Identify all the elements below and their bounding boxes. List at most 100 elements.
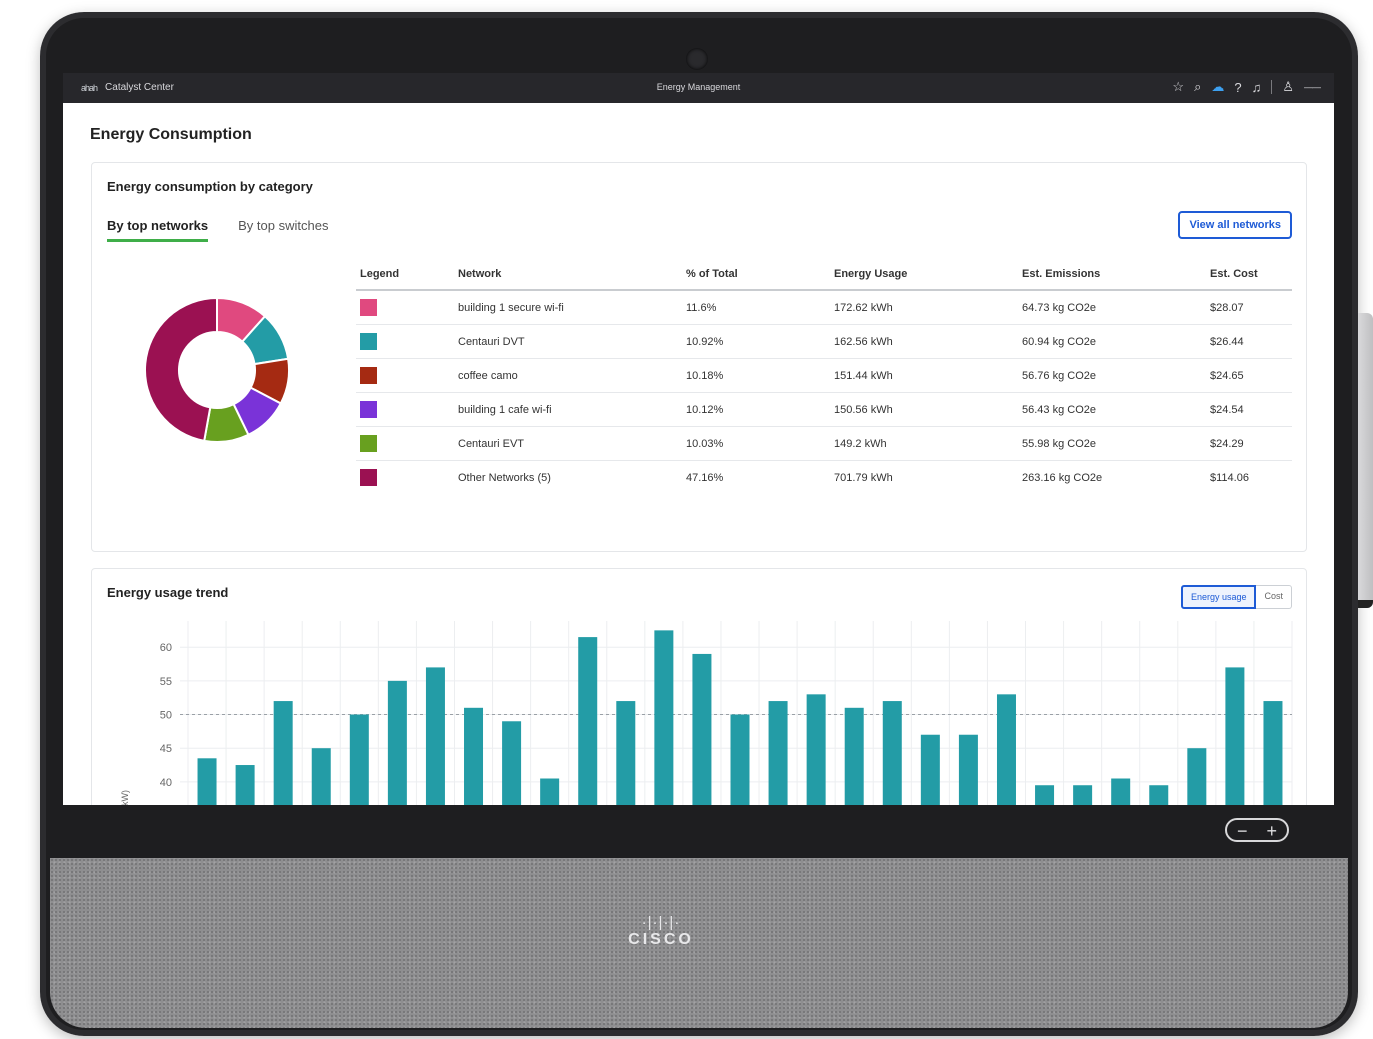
network-cell[interactable]: building 1 cafe wi-fi — [454, 392, 682, 427]
volume-up-icon[interactable]: + — [1266, 820, 1277, 841]
col-est-cost[interactable]: Est. Cost — [1206, 259, 1292, 291]
bar[interactable] — [958, 734, 978, 805]
usage-cell: 149.2 kWh — [830, 426, 1018, 461]
networks-table: Legend Network % of Total Energy Usage E… — [356, 259, 1292, 494]
volume-control[interactable]: − + — [1225, 818, 1289, 842]
legend-swatch — [360, 333, 377, 350]
cisco-device-logo: ·|·|·|· CISCO — [616, 915, 706, 949]
legend-swatch — [360, 367, 377, 384]
usage-cell: 162.56 kWh — [830, 324, 1018, 359]
bar[interactable] — [1149, 785, 1169, 805]
cloud-icon[interactable]: ☁ — [1211, 79, 1224, 95]
favorite-icon[interactable]: ☆ — [1172, 79, 1184, 95]
bar[interactable] — [730, 714, 750, 805]
help-icon[interactable]: ? — [1234, 80, 1241, 95]
donut-slice[interactable] — [144, 297, 218, 443]
legend-cell — [356, 358, 454, 393]
y-axis-label: (kW) — [120, 790, 130, 805]
cisco-wordmark: CISCO — [628, 931, 694, 948]
network-cell[interactable]: Centauri DVT — [454, 324, 682, 359]
emissions-cell: 263.16 kg CO2e — [1022, 471, 1103, 484]
bar[interactable] — [1263, 701, 1283, 805]
bar[interactable] — [1225, 667, 1245, 805]
bar[interactable] — [882, 701, 902, 805]
bar[interactable] — [806, 694, 826, 805]
table-row[interactable]: Other Networks (5) 47.16% 701.79 kWh 263.16… — [356, 461, 1292, 495]
table-header-row: Legend Network % of Total Energy Usage E… — [356, 259, 1292, 291]
emissions-cell: 64.73 kg CO2e — [1018, 290, 1206, 325]
usage-cell: 172.62 kWh — [830, 290, 1018, 325]
legend-swatch — [360, 435, 377, 452]
search-icon[interactable]: ⌕ — [1194, 79, 1201, 95]
col-energy-usage[interactable]: Energy Usage — [830, 259, 1018, 291]
bar[interactable] — [1111, 778, 1131, 806]
tab-top-switches[interactable]: By top switches — [238, 218, 328, 242]
user-name[interactable]: —— — [1304, 82, 1321, 92]
legend-cell — [356, 461, 454, 495]
bar[interactable] — [1187, 748, 1207, 805]
legend-cell — [356, 290, 454, 325]
trend-card: Energy usage trend Energy usage Cost 35 4… — [91, 568, 1307, 805]
pct-cell: 11.6% — [682, 290, 830, 325]
divider — [1271, 80, 1273, 94]
bar[interactable] — [768, 701, 788, 805]
bar[interactable] — [425, 667, 445, 805]
table-row[interactable]: Centauri DVT 10.92% 162.56 kWh 60.94 kg CO2… — [356, 324, 1292, 359]
emissions-cell: 55.98 kg CO2e — [1018, 426, 1206, 461]
bar[interactable] — [502, 721, 522, 805]
bar[interactable] — [273, 701, 293, 805]
col-pct-total[interactable]: % of Total — [682, 259, 830, 291]
notification-bell-icon[interactable]: ♫ — [1252, 80, 1262, 95]
bar[interactable] — [1035, 785, 1055, 805]
volume-down-icon[interactable]: − — [1237, 820, 1248, 841]
bar[interactable] — [464, 707, 484, 805]
toolbar-icons: ☆ ⌕ ☁ ? ♫ ♙ —— — [1172, 79, 1321, 95]
bar[interactable] — [844, 707, 864, 805]
bar[interactable] — [616, 701, 636, 805]
col-legend[interactable]: Legend — [356, 259, 454, 291]
bar[interactable] — [578, 637, 598, 805]
cost-cell: $24.65 — [1206, 358, 1292, 393]
view-all-networks-button[interactable]: View all networks — [1178, 211, 1292, 239]
pct-cell: 10.92% — [682, 324, 830, 359]
cost-cell: $114.06 — [1210, 471, 1249, 484]
col-est-emissions[interactable]: Est. Emissions — [1018, 259, 1206, 291]
bar[interactable] — [235, 765, 255, 805]
cost-cell: $24.54 — [1206, 392, 1292, 427]
network-cell[interactable]: building 1 secure wi-fi — [454, 290, 682, 325]
y-tick-label: 40 — [160, 777, 172, 789]
table-row[interactable]: Centauri EVT 10.03% 149.2 kWh 55.98 kg CO2e… — [356, 426, 1292, 461]
tab-top-networks[interactable]: By top networks — [107, 218, 209, 242]
bar[interactable] — [1073, 785, 1093, 805]
table-row[interactable]: building 1 secure wi-fi 11.6% 172.62 kWh 64… — [356, 290, 1292, 325]
bar[interactable] — [996, 694, 1016, 805]
bar[interactable] — [540, 778, 560, 806]
network-cell[interactable]: Centauri EVT — [454, 426, 682, 461]
bar[interactable] — [692, 653, 712, 805]
bar[interactable] — [387, 680, 407, 805]
bar[interactable] — [654, 630, 674, 805]
cost-cell: $24.29 — [1206, 426, 1292, 461]
legend-swatch — [360, 469, 377, 486]
user-icon[interactable]: ♙ — [1282, 79, 1294, 95]
y-tick-label: 55 — [160, 676, 172, 688]
bar[interactable] — [311, 748, 331, 805]
bar[interactable] — [920, 734, 940, 805]
section-title: Energy Management — [656, 82, 741, 92]
y-tick-label: 60 — [160, 642, 172, 654]
y-tick-label: 50 — [160, 710, 172, 722]
side-button — [1358, 313, 1373, 608]
legend-swatch — [360, 299, 377, 316]
bar[interactable] — [349, 714, 369, 805]
top-nav-bar: ahah Catalyst Center Energy Management ☆… — [63, 73, 1334, 103]
network-cell[interactable]: Other Networks (5) — [454, 461, 682, 495]
usage-cell: 151.44 kWh — [830, 358, 1018, 393]
network-cell[interactable]: coffee camo — [454, 358, 682, 393]
table-row[interactable]: coffee camo 10.18% 151.44 kWh 56.76 kg CO2e… — [356, 358, 1292, 393]
cisco-bars-icon: ·|·|·|· — [641, 914, 681, 931]
page-title: Energy Consumption — [90, 126, 252, 143]
table-row[interactable]: building 1 cafe wi-fi 10.12% 150.56 kWh 56.… — [356, 392, 1292, 427]
pct-cell: 10.03% — [682, 426, 830, 461]
col-network[interactable]: Network — [454, 259, 682, 291]
bar[interactable] — [197, 758, 217, 805]
